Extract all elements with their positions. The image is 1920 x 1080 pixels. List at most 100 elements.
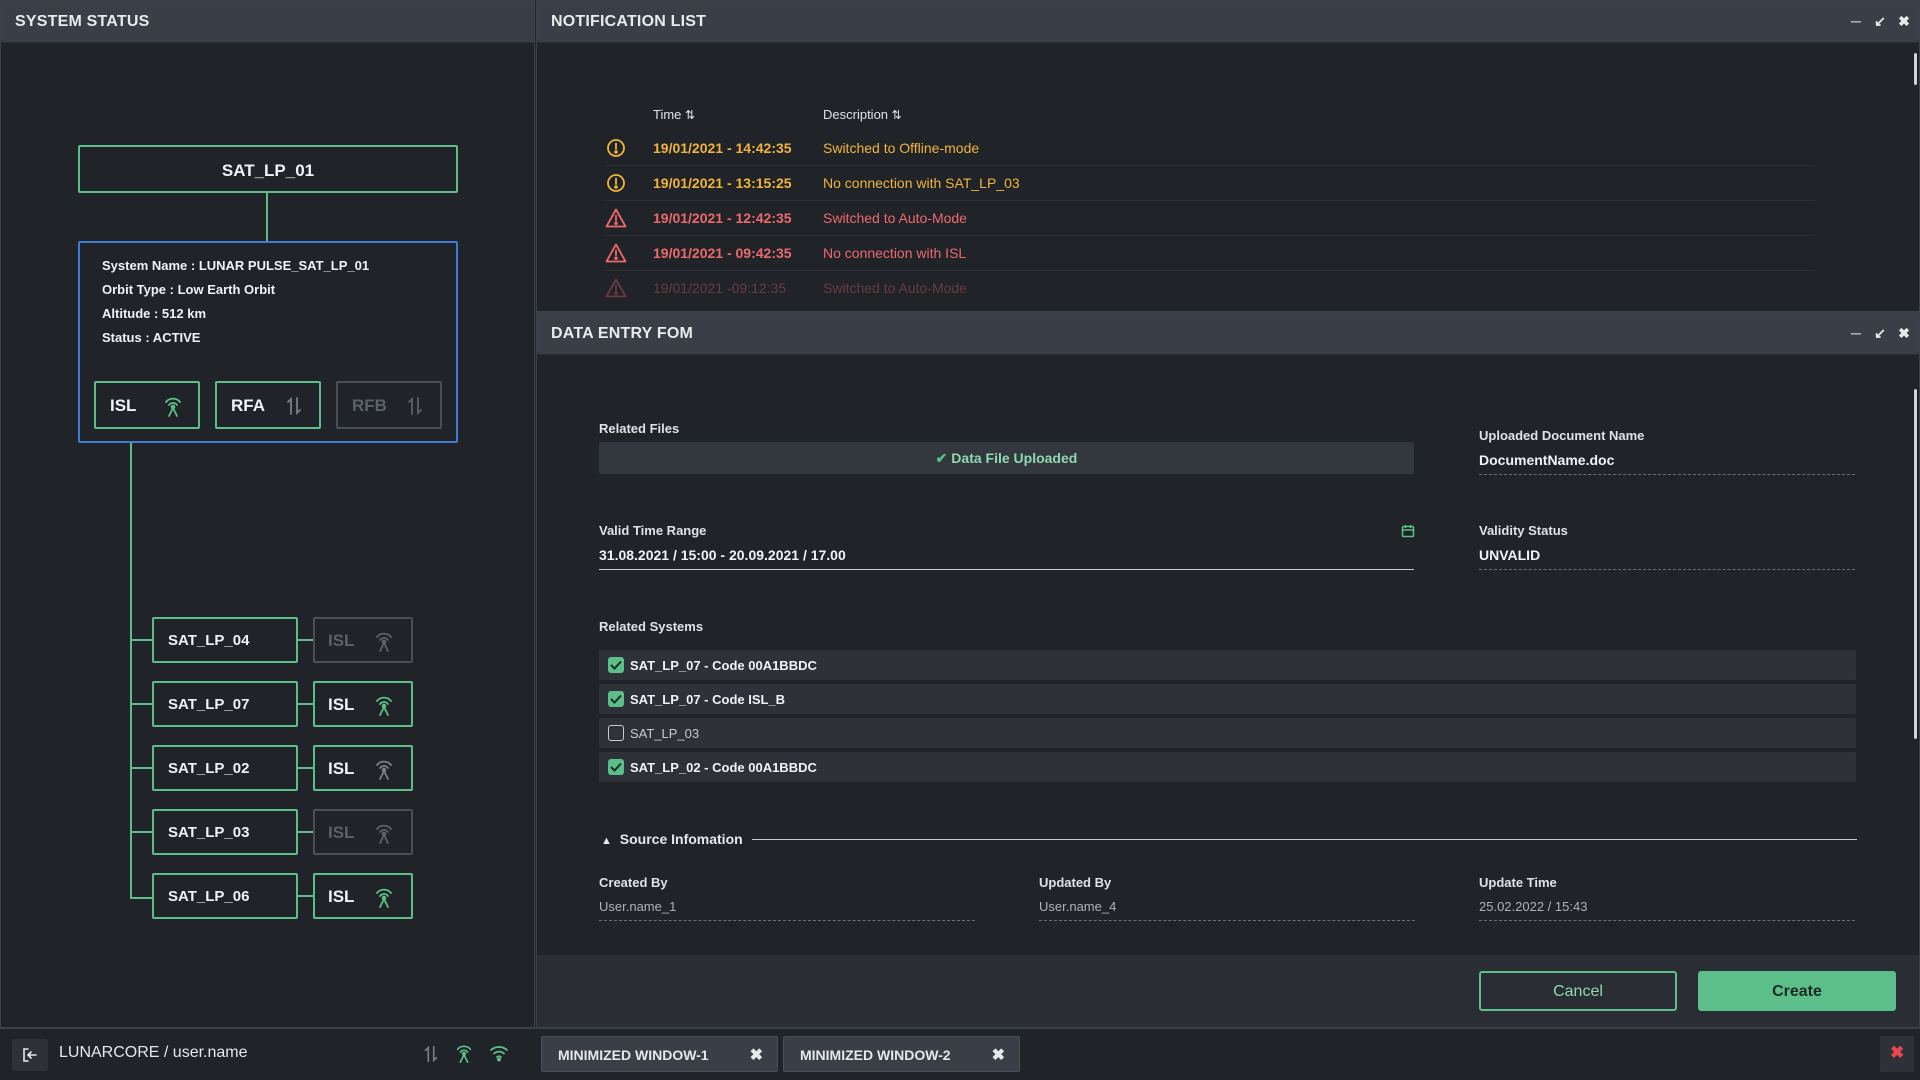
related-system-label: SAT_LP_02 - Code 00A1BBDC — [630, 760, 817, 775]
column-header-time[interactable]: Time ⇅ — [653, 107, 695, 122]
checkbox-checked[interactable] — [608, 691, 624, 707]
notification-row[interactable]: 19/01/2021 - 12:42:35 Switched to Auto-M… — [605, 201, 1815, 236]
close-icon[interactable]: ✖ — [750, 1045, 763, 1065]
section-divider — [752, 839, 1857, 840]
related-files-label: Related Files — [599, 421, 680, 436]
sat-node-sat-lp-07[interactable]: SAT_LP_07 — [152, 681, 298, 727]
sat-node-label: SAT_LP_02 — [168, 760, 250, 777]
upload-status-bar[interactable]: ✔ Data File Uploaded — [599, 442, 1414, 474]
create-button[interactable]: Create — [1698, 971, 1896, 1011]
form-scrollbar[interactable] — [1914, 389, 1917, 739]
update-time-underline — [1479, 920, 1855, 921]
related-system-row[interactable]: SAT_LP_07 - Code 00A1BBDC — [599, 650, 1856, 680]
notification-description: Switched to Auto-Mode — [823, 280, 967, 296]
window-controls: ─ ↙ ✖ — [1849, 325, 1911, 341]
isl-link-label: ISL — [328, 823, 355, 842]
validity-status-value: UNVALID — [1479, 547, 1541, 563]
notification-time: 19/01/2021 - 14:42:35 — [653, 140, 792, 156]
check-icon: ✔ — [935, 450, 948, 466]
isl-link-sat-lp-03[interactable]: ISL — [313, 809, 413, 855]
warning-circle-icon — [607, 139, 625, 157]
status-text: Status : ACTIVE — [102, 330, 201, 345]
restore-icon[interactable]: ↙ — [1873, 13, 1887, 29]
close-icon[interactable]: ✖ — [1897, 13, 1911, 29]
notification-row[interactable]: 19/01/2021 -09:12:35 Switched to Auto-Mo… — [605, 271, 1815, 299]
chip-isl[interactable]: ISL — [94, 381, 200, 429]
sat-node-label: SAT_LP_06 — [168, 888, 250, 905]
logout-button[interactable] — [12, 1039, 48, 1071]
notification-row[interactable]: 19/01/2021 - 14:42:35 Switched to Offlin… — [605, 131, 1815, 166]
system-info-box[interactable]: System Name : LUNAR PULSE_SAT_LP_01 Orbi… — [78, 241, 458, 443]
related-system-label: SAT_LP_03 — [630, 726, 700, 741]
upload-status-text: Data File Uploaded — [951, 450, 1078, 466]
sat-node-sat-lp-02[interactable]: SAT_LP_02 — [152, 745, 298, 791]
isl-link-label: ISL — [328, 759, 355, 778]
minimized-window-2-label: MINIMIZED WINDOW-2 — [800, 1047, 951, 1063]
uploaded-doc-underline — [1479, 474, 1855, 475]
related-system-label: SAT_LP_07 - Code ISL_B — [630, 692, 786, 707]
validity-status-underline — [1479, 569, 1855, 570]
connector-line — [266, 193, 268, 241]
alert-triangle-icon — [605, 208, 627, 228]
minimized-window-1-label: MINIMIZED WINDOW-1 — [558, 1047, 709, 1063]
logout-icon — [23, 1048, 37, 1062]
cancel-button[interactable]: Cancel — [1479, 971, 1677, 1011]
notification-row[interactable]: 19/01/2021 - 09:42:35 No connection with… — [605, 236, 1815, 271]
created-by-value: User.name_1 — [599, 899, 677, 914]
source-info-label: Source Infomation — [619, 831, 743, 847]
transfer-arrows-icon — [408, 396, 422, 416]
close-icon[interactable]: ✖ — [1897, 325, 1911, 341]
related-system-row[interactable]: SAT_LP_03 — [599, 718, 1856, 748]
antenna-icon — [165, 397, 181, 417]
isl-link-sat-lp-07[interactable]: ISL — [313, 681, 413, 727]
close-icon: ✖ — [1890, 1043, 1905, 1062]
antenna-icon — [376, 696, 392, 716]
root-node-label: SAT_LP_01 — [221, 161, 315, 180]
isl-link-sat-lp-06[interactable]: ISL — [313, 873, 413, 919]
calendar-icon[interactable] — [1401, 524, 1415, 538]
checkbox-unchecked[interactable] — [608, 725, 624, 741]
valid-time-underline — [599, 569, 1414, 570]
chip-rfb-label: RFB — [352, 396, 387, 415]
root-node-sat-lp-01[interactable]: SAT_LP_01 — [78, 145, 458, 193]
sat-node-sat-lp-03[interactable]: SAT_LP_03 — [152, 809, 298, 855]
app-close-button[interactable]: ✖ — [1880, 1036, 1914, 1072]
related-system-row[interactable]: SAT_LP_07 - Code ISL_B — [599, 684, 1856, 714]
close-icon[interactable]: ✖ — [992, 1045, 1005, 1065]
source-info-toggle[interactable]: ▲ Source Infomation — [601, 831, 743, 847]
related-system-label: SAT_LP_07 - Code 00A1BBDC — [630, 658, 817, 673]
minimized-window-1-tab[interactable]: MINIMIZED WINDOW-1 ✖ — [541, 1036, 778, 1072]
link-line — [298, 895, 313, 897]
notification-scrollbar[interactable] — [1914, 53, 1917, 85]
antenna-icon — [376, 824, 392, 844]
sort-icon[interactable]: ⇅ — [892, 108, 902, 122]
isl-link-sat-lp-02[interactable]: ISL — [313, 745, 413, 791]
sat-node-label: SAT_LP_07 — [168, 696, 250, 713]
minimized-window-2-tab[interactable]: MINIMIZED WINDOW-2 ✖ — [783, 1036, 1020, 1072]
related-systems-label: Related Systems — [599, 619, 704, 634]
column-header-description[interactable]: Description ⇅ — [823, 107, 902, 122]
sat-node-sat-lp-04[interactable]: SAT_LP_04 — [152, 617, 298, 663]
link-line — [298, 767, 313, 769]
restore-icon[interactable]: ↙ — [1873, 325, 1887, 341]
alert-triangle-icon — [605, 278, 627, 298]
sat-node-label: SAT_LP_04 — [168, 632, 250, 649]
created-by-underline — [599, 920, 975, 921]
chevron-up-icon: ▲ — [601, 835, 612, 847]
checkbox-checked[interactable] — [608, 657, 624, 673]
related-system-row[interactable]: SAT_LP_02 - Code 00A1BBDC — [599, 752, 1856, 782]
updated-by-value: User.name_4 — [1039, 899, 1117, 914]
notification-description: No connection with ISL — [823, 245, 967, 261]
minimize-icon[interactable]: ─ — [1849, 325, 1863, 341]
chip-rfb[interactable]: RFB — [336, 381, 442, 429]
chip-rfa[interactable]: RFA — [215, 381, 321, 429]
sat-node-sat-lp-06[interactable]: SAT_LP_06 — [152, 873, 298, 919]
sort-icon[interactable]: ⇅ — [685, 108, 695, 122]
checkbox-checked[interactable] — [608, 759, 624, 775]
notification-time: 19/01/2021 - 12:42:35 — [653, 210, 792, 226]
isl-link-sat-lp-04[interactable]: ISL — [313, 617, 413, 663]
valid-time-input[interactable]: 31.08.2021 / 15:00 - 20.09.2021 / 17.00 — [599, 547, 1379, 563]
notification-row[interactable]: 19/01/2021 - 13:15:25 No connection with… — [605, 166, 1815, 201]
uploaded-doc-label: Uploaded Document Name — [1479, 428, 1645, 443]
minimize-icon[interactable]: ─ — [1849, 13, 1863, 29]
